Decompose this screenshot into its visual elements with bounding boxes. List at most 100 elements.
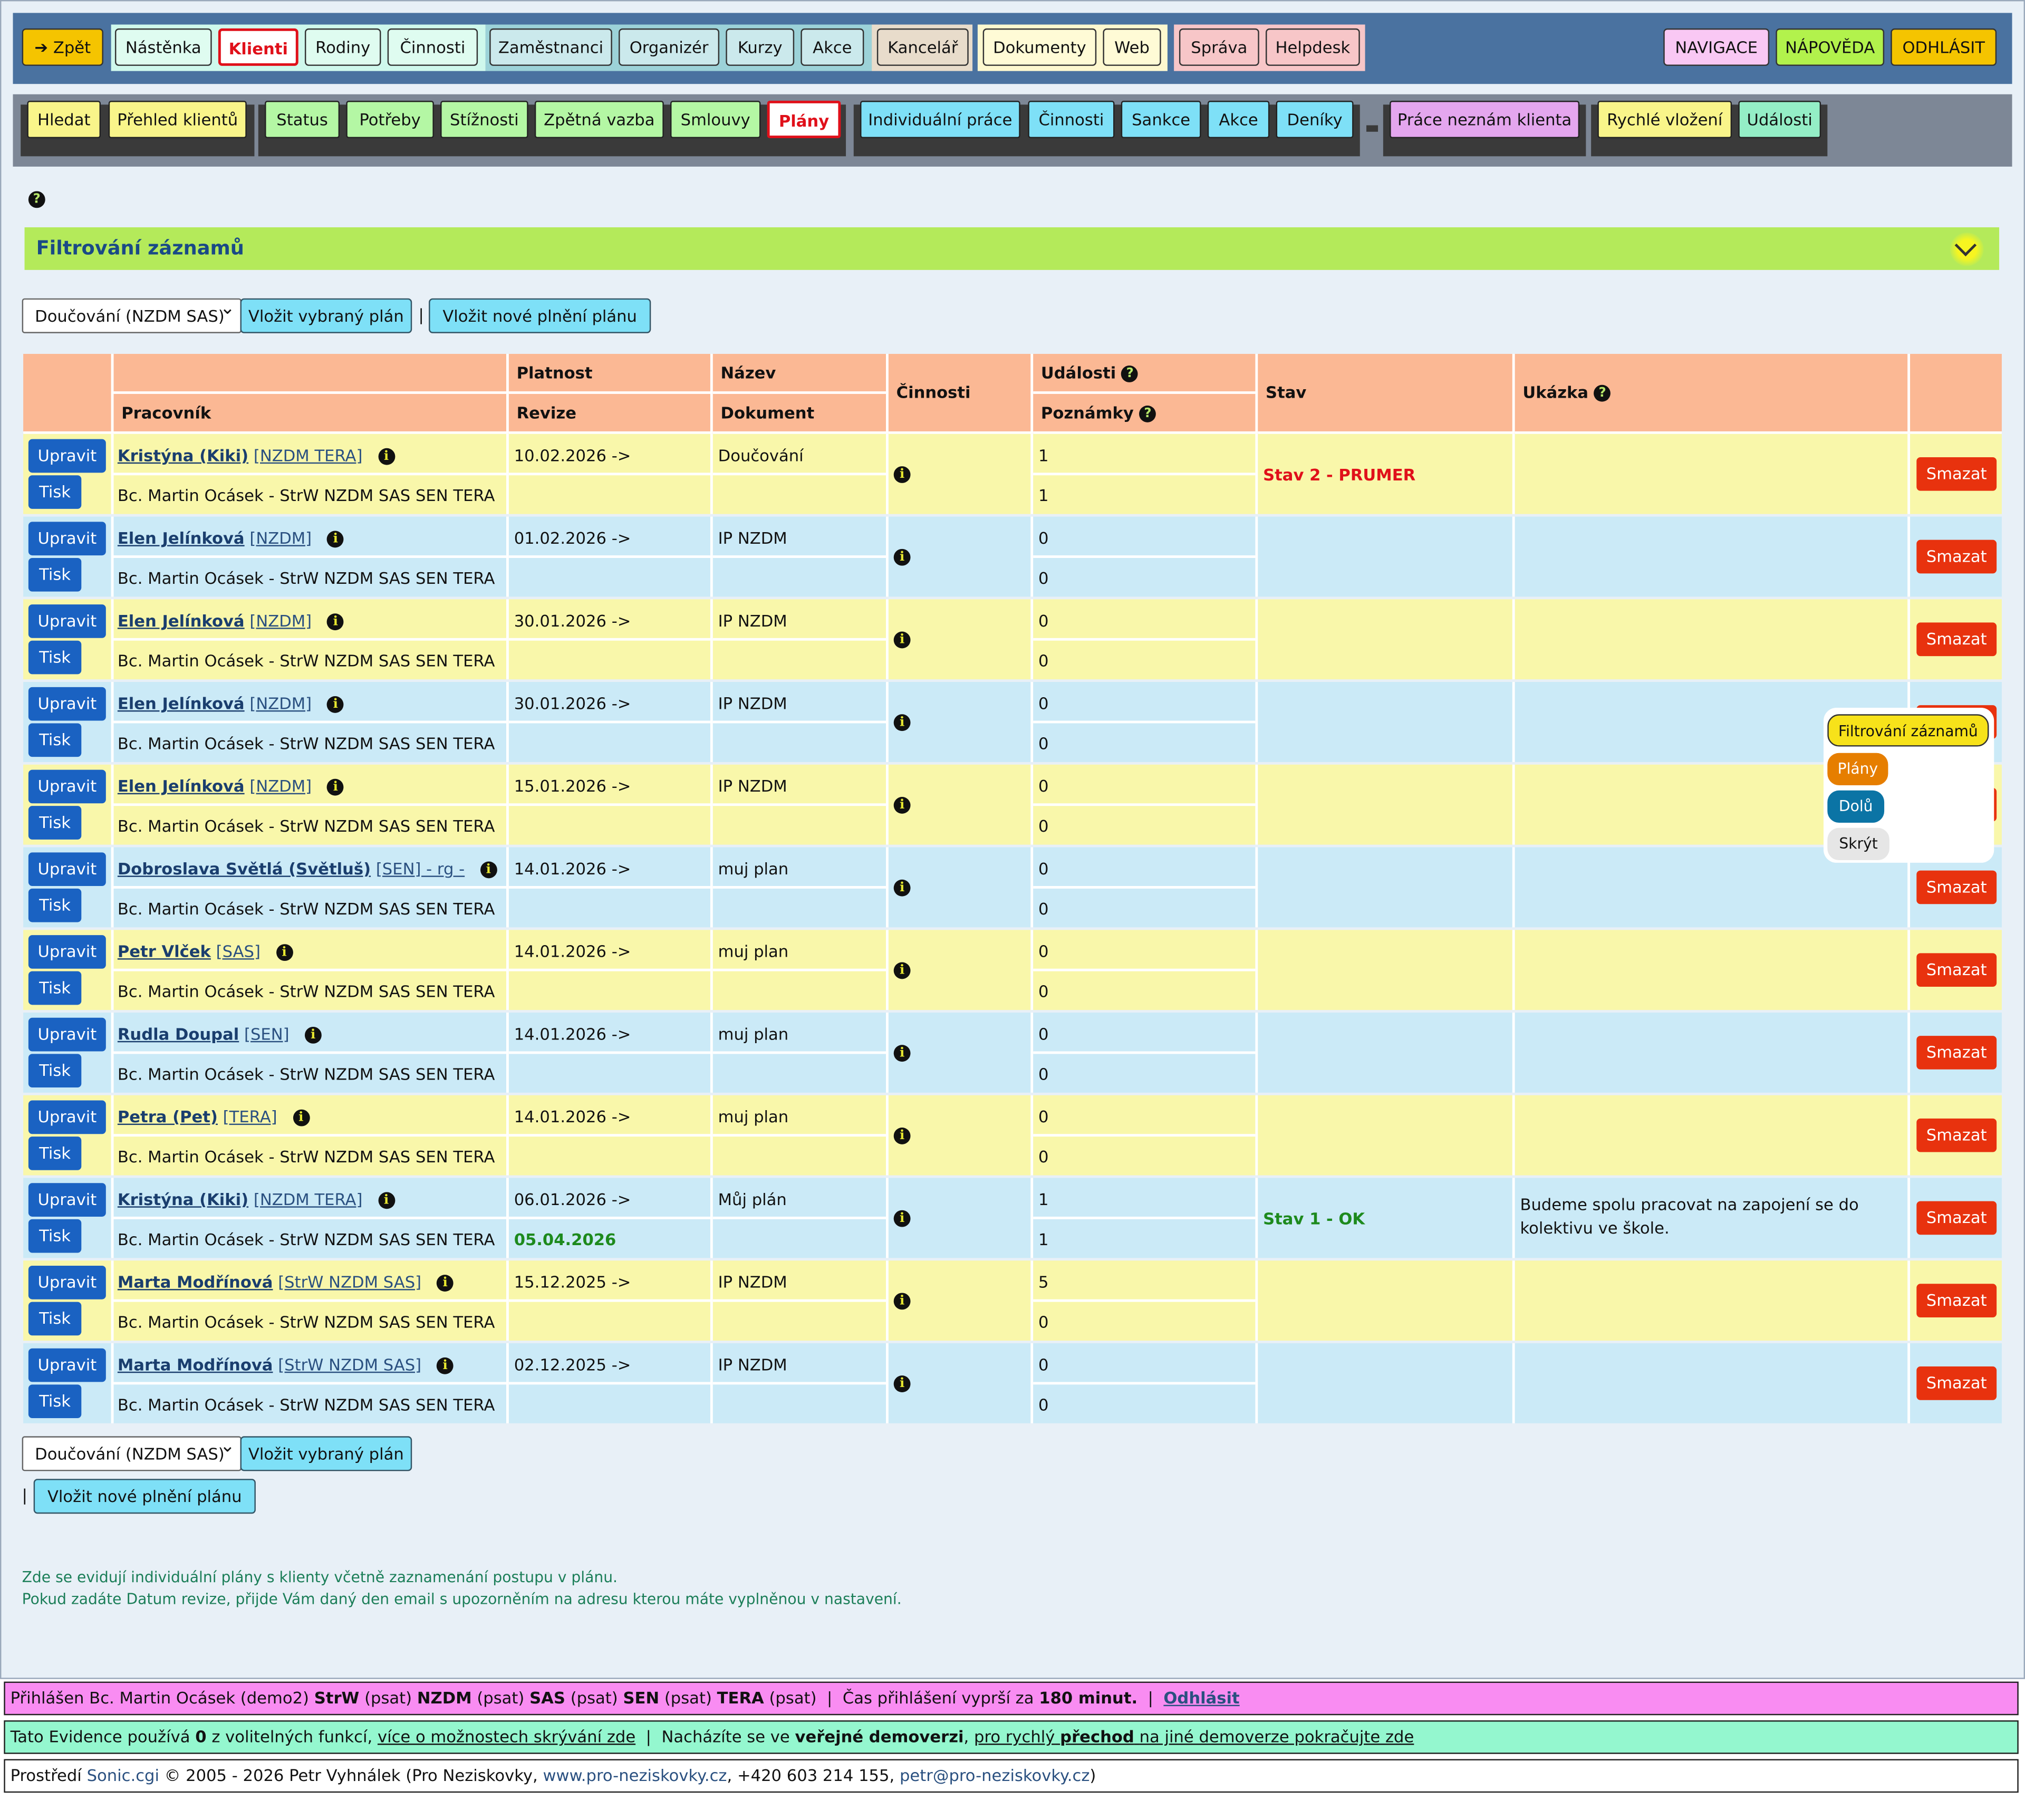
ukazka-help-icon[interactable]: ?: [1594, 384, 1611, 402]
info-icon[interactable]: i: [327, 696, 344, 713]
print-button[interactable]: Tisk: [28, 1384, 82, 1419]
client-name-link[interactable]: Marta Modřínová: [118, 1272, 273, 1292]
client-tag[interactable]: [NZDM TERA]: [254, 446, 363, 465]
info-icon[interactable]: i: [893, 1375, 911, 1393]
print-button[interactable]: Tisk: [28, 475, 82, 509]
odhlasit-button[interactable]: ODHLÁSIT: [1891, 28, 1997, 66]
client-name-link[interactable]: Elen Jelínková: [118, 528, 245, 548]
nav-web[interactable]: Web: [1103, 28, 1161, 66]
info-icon[interactable]: i: [893, 631, 911, 649]
info-icon[interactable]: i: [378, 448, 395, 465]
info-icon[interactable]: i: [304, 1026, 322, 1044]
print-button[interactable]: Tisk: [28, 806, 82, 840]
info-icon[interactable]: i: [378, 1192, 395, 1209]
delete-button[interactable]: Smazat: [1916, 1284, 1997, 1317]
plan-select-top[interactable]: Doučování (NZDM SAS): [22, 293, 242, 333]
napoveda-button[interactable]: NÁPOVĚDA: [1776, 28, 1885, 66]
client-name-link[interactable]: Elen Jelínková: [118, 694, 245, 713]
client-name-link[interactable]: Dobroslava Světlá (Světluš): [118, 859, 371, 879]
delete-button[interactable]: Smazat: [1916, 457, 1997, 491]
print-button[interactable]: Tisk: [28, 1219, 82, 1253]
logout-link[interactable]: Odhlásit: [1163, 1688, 1239, 1708]
plan-select-bottom[interactable]: Doučování (NZDM SAS): [22, 1431, 242, 1471]
nav-sprava[interactable]: Správa: [1179, 28, 1259, 66]
nav-akce[interactable]: Akce: [801, 28, 864, 66]
delete-button[interactable]: Smazat: [1916, 540, 1997, 574]
insert-new-plan-button-bottom[interactable]: Vložit nové plnění plánu: [33, 1479, 256, 1514]
info-icon[interactable]: i: [480, 861, 497, 879]
client-tag[interactable]: [StrW NZDM SAS]: [278, 1355, 421, 1374]
insert-new-plan-button-top[interactable]: Vložit nové plnění plánu: [429, 298, 651, 333]
subnav-prehled-klientu[interactable]: Přehled klientů: [108, 101, 247, 139]
delete-button[interactable]: Smazat: [1916, 953, 1997, 987]
client-name-link[interactable]: Elen Jelínková: [118, 611, 245, 630]
subnav-hledat[interactable]: Hledat: [27, 101, 101, 139]
nav-cinnosti[interactable]: Činnosti: [387, 28, 478, 66]
client-name-link[interactable]: Rudla Doupal: [118, 1024, 239, 1044]
chevron-down-icon[interactable]: [1950, 232, 1984, 266]
info-icon[interactable]: i: [893, 797, 911, 814]
client-tag[interactable]: [SAS]: [216, 941, 261, 961]
demo-switch-link[interactable]: pro rychlý přechod na jiné demoverze pok…: [974, 1727, 1414, 1746]
info-icon[interactable]: i: [327, 613, 344, 631]
subnav-plany[interactable]: Plány: [767, 101, 841, 139]
info-icon[interactable]: i: [893, 714, 911, 731]
client-tag[interactable]: [NZDM]: [249, 528, 312, 548]
client-name-link[interactable]: Petra (Pet): [118, 1107, 218, 1126]
print-button[interactable]: Tisk: [28, 888, 82, 922]
website-link[interactable]: www.pro-neziskovky.cz: [543, 1766, 727, 1785]
print-button[interactable]: Tisk: [28, 640, 82, 675]
edit-button[interactable]: Upravit: [28, 522, 106, 556]
hiding-options-link[interactable]: více o možnostech skrývání zde: [378, 1727, 635, 1746]
delete-button[interactable]: Smazat: [1916, 622, 1997, 657]
delete-button[interactable]: Smazat: [1916, 1036, 1997, 1070]
nav-klienti[interactable]: Klienti: [218, 28, 298, 66]
client-tag[interactable]: [NZDM]: [249, 694, 312, 713]
email-link[interactable]: petr@pro-neziskovky.cz: [900, 1766, 1089, 1785]
nav-rodiny[interactable]: Rodiny: [304, 28, 381, 66]
subnav-potreby[interactable]: Potřeby: [346, 101, 434, 139]
subnav-cinnosti[interactable]: Činnosti: [1028, 101, 1115, 139]
edit-button[interactable]: Upravit: [28, 935, 106, 969]
subnav-rychle-vlozeni[interactable]: Rychlé vložení: [1597, 101, 1732, 139]
client-tag[interactable]: [NZDM]: [249, 611, 312, 630]
print-button[interactable]: Tisk: [28, 1302, 82, 1336]
info-icon[interactable]: i: [292, 1109, 310, 1126]
print-button[interactable]: Tisk: [28, 557, 82, 592]
client-name-link[interactable]: Kristýna (Kiki): [118, 446, 248, 465]
info-icon[interactable]: i: [437, 1357, 454, 1374]
info-icon[interactable]: i: [437, 1275, 454, 1292]
client-name-link[interactable]: Elen Jelínková: [118, 776, 245, 796]
edit-button[interactable]: Upravit: [28, 1183, 106, 1217]
edit-button[interactable]: Upravit: [28, 1348, 106, 1382]
nav-nastenka[interactable]: Nástěnka: [114, 28, 212, 66]
info-icon[interactable]: i: [276, 944, 293, 961]
print-button[interactable]: Tisk: [28, 1137, 82, 1170]
nav-kancelar[interactable]: Kancelář: [876, 28, 969, 66]
back-button[interactable]: ➔ Zpět: [22, 28, 103, 66]
popup-dolu[interactable]: Dolů: [1827, 790, 1885, 823]
insert-selected-plan-button-bottom[interactable]: Vložit vybraný plán: [240, 1436, 412, 1471]
subnav-akce[interactable]: Akce: [1207, 101, 1270, 139]
subnav-stiznosti[interactable]: Stížnosti: [440, 101, 528, 139]
edit-button[interactable]: Upravit: [28, 1100, 106, 1134]
popup-plany[interactable]: Plány: [1827, 753, 1888, 785]
client-tag[interactable]: [NZDM TERA]: [254, 1190, 363, 1209]
nav-organizer[interactable]: Organizér: [619, 28, 720, 66]
client-tag[interactable]: [NZDM]: [249, 776, 312, 796]
edit-button[interactable]: Upravit: [28, 1017, 106, 1052]
subnav-zpetna-vazba[interactable]: Zpětná vazba: [534, 101, 664, 139]
subnav-udalosti[interactable]: Události: [1738, 101, 1821, 139]
poznamky-help-icon[interactable]: ?: [1139, 405, 1156, 422]
udalosti-help-icon[interactable]: ?: [1121, 365, 1139, 382]
delete-button[interactable]: Smazat: [1916, 870, 1997, 904]
info-icon[interactable]: i: [893, 962, 911, 979]
edit-button[interactable]: Upravit: [28, 687, 106, 721]
navigace-button[interactable]: NAVIGACE: [1663, 28, 1770, 66]
popup-skryt[interactable]: Skrýt: [1827, 827, 1889, 861]
client-tag[interactable]: [SEN] - rg -: [376, 859, 465, 879]
info-icon[interactable]: i: [327, 531, 344, 548]
subnav-individualni-prace[interactable]: Individuální práce: [860, 101, 1020, 139]
info-icon[interactable]: i: [893, 1210, 911, 1227]
edit-button[interactable]: Upravit: [28, 439, 106, 473]
